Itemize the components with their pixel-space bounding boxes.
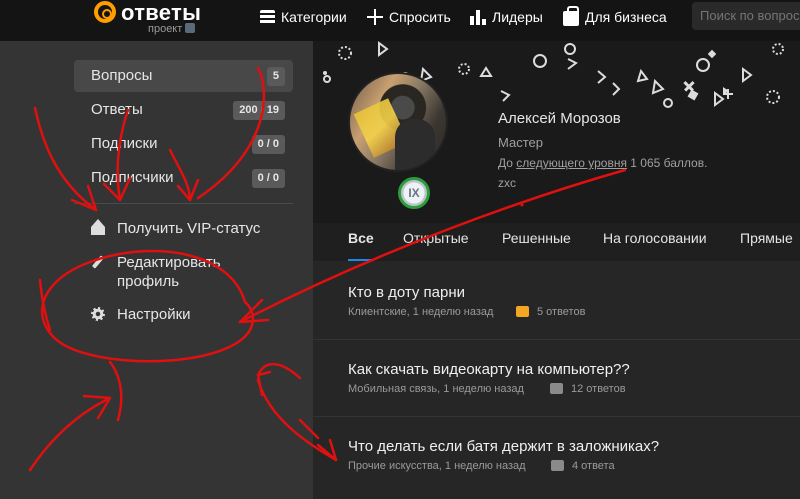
gear-icon (91, 307, 105, 321)
logo-at-icon (94, 1, 116, 23)
profile-level-progress: До следующего уровня 1 065 баллов. (498, 156, 708, 170)
count-badge: 0 / 0 (251, 135, 285, 154)
sidebar-item-subscribers[interactable]: Подписчики 0 / 0 (74, 162, 293, 194)
app-root: ответы проект Категории Спросить Лидеры … (0, 0, 800, 499)
question-title[interactable]: Кто в доту парни (348, 284, 465, 301)
next-level-link[interactable]: следующего уровня (516, 156, 627, 170)
edit-profile-link[interactable]: Редактировать профиль (91, 253, 291, 291)
nav-leaders[interactable]: Лидеры (470, 6, 543, 28)
comment-icon (516, 306, 529, 317)
question-answers-count[interactable]: 5 ответов (516, 306, 585, 318)
count-badge: 5 (266, 67, 285, 86)
plus-icon (367, 9, 383, 25)
question-answers-count[interactable]: 12 ответов (550, 383, 626, 395)
comment-icon (551, 460, 564, 471)
profile-name: Алексей Морозов (498, 110, 621, 127)
leaderboard-icon (470, 9, 486, 25)
top-header: ответы проект Категории Спросить Лидеры … (0, 0, 800, 41)
tab-all[interactable]: Все (348, 230, 374, 246)
question-title[interactable]: Что делать если батя держит в заложниках… (348, 438, 659, 455)
question-meta: Мобильная связь, 1 неделю назад (348, 383, 524, 395)
sidebar-item-questions[interactable]: Вопросы 5 (74, 60, 293, 92)
nav-categories[interactable]: Категории (260, 6, 347, 28)
question-title[interactable]: Как скачать видеокарту на компьютер?? (348, 361, 630, 378)
comment-icon (550, 383, 563, 394)
count-badge: 200 / 19 (233, 101, 285, 120)
crown-icon (91, 219, 105, 235)
list-icon (260, 9, 275, 25)
nav-business[interactable]: Для бизнеса (563, 5, 667, 28)
briefcase-icon (563, 5, 579, 26)
tab-open[interactable]: Открытые (403, 230, 469, 246)
tab-direct[interactable]: Прямые (740, 230, 793, 246)
pencil-icon (91, 255, 105, 269)
get-vip-link[interactable]: Получить VIP-статус (91, 219, 291, 238)
profile-status: zxc (498, 176, 516, 190)
question-meta: Клиентские, 1 неделю назад (348, 306, 494, 318)
sidebar-divider (74, 203, 293, 204)
tab-voting[interactable]: На голосовании (603, 230, 707, 246)
search-input[interactable] (692, 2, 800, 30)
avatar[interactable] (348, 72, 448, 172)
profile-rank: Мастер (498, 135, 543, 150)
count-badge: 0 / 0 (251, 169, 285, 188)
sidebar-item-answers[interactable]: Ответы 200 / 19 (74, 94, 293, 126)
question-meta: Прочие искусства, 1 неделю назад (348, 460, 526, 472)
settings-link[interactable]: Настройки (91, 305, 291, 324)
sidebar-item-subscriptions[interactable]: Подписки 0 / 0 (74, 128, 293, 160)
logo-subtitle: проект (148, 23, 196, 35)
tab-solved[interactable]: Решенные (502, 230, 571, 246)
level-badge: IX (398, 177, 430, 209)
question-answers-count[interactable]: 4 ответа (551, 460, 615, 472)
question-divider (313, 339, 800, 340)
question-divider (313, 416, 800, 417)
vk-badge-icon (185, 23, 196, 33)
nav-ask[interactable]: Спросить (367, 6, 451, 28)
